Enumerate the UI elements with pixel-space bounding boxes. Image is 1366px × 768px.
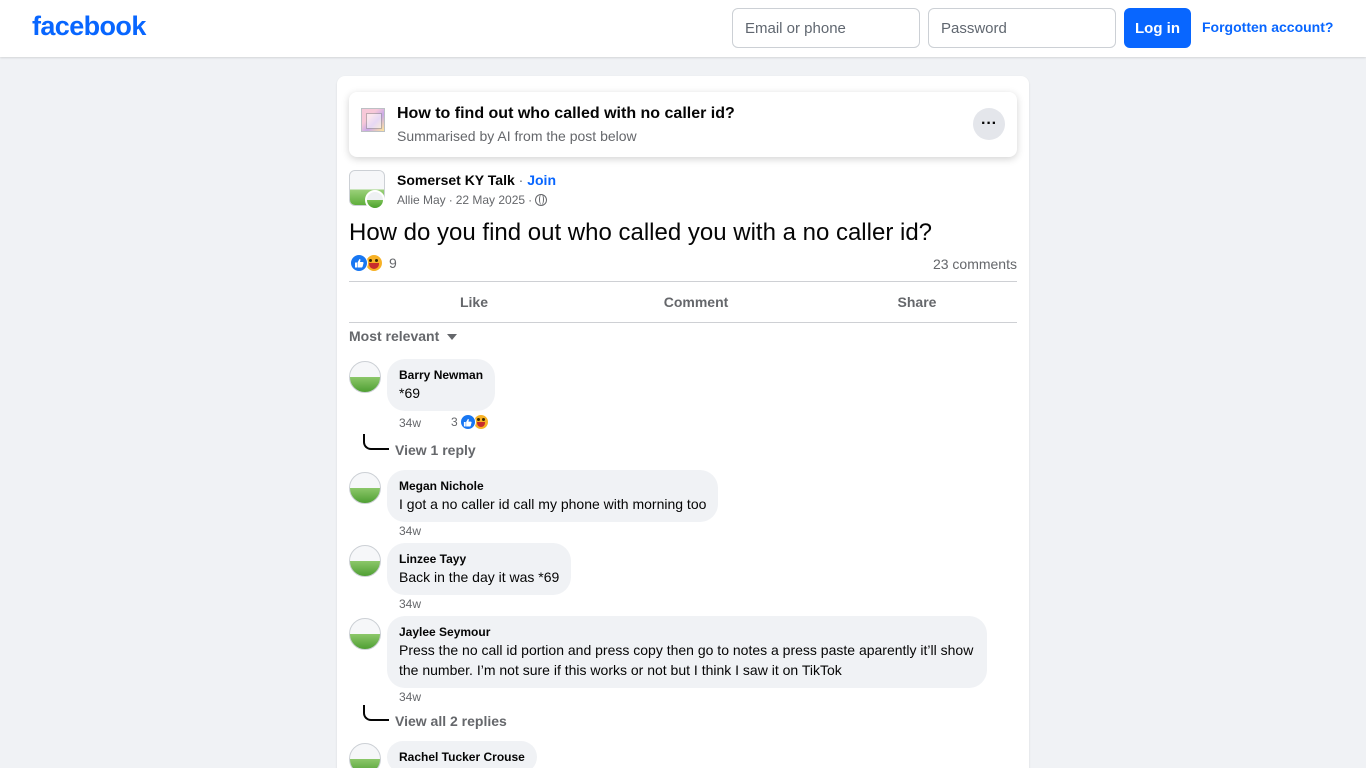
comment-text: Press the no call id portion and press c… <box>399 642 974 678</box>
login-button[interactable]: Log in <box>1124 8 1191 48</box>
separator: · <box>448 193 453 207</box>
group-line: Somerset KY Talk · Join <box>397 172 556 188</box>
commenter-name[interactable]: Linzee Tayy <box>399 551 559 567</box>
password-field[interactable] <box>928 8 1116 48</box>
email-field[interactable] <box>732 8 920 48</box>
comment-time[interactable]: 34w <box>399 524 421 538</box>
post-text: How do you find out who called you with … <box>349 219 933 246</box>
join-group-link[interactable]: Join <box>527 172 556 188</box>
commenter-name[interactable]: Megan Nichole <box>399 478 706 494</box>
comment-text: I got a no caller id call my phone with … <box>399 496 707 512</box>
comment-bubble: Barry Newman *69 <box>387 359 496 411</box>
comment-time[interactable]: 34w <box>399 416 421 430</box>
commenter-avatar[interactable] <box>349 472 381 504</box>
comment-time[interactable]: 34w <box>399 597 421 611</box>
comment-text: Back in the day it was *69 <box>399 569 560 585</box>
comment-text: *69 <box>399 385 421 401</box>
reply-connector-icon <box>363 434 389 450</box>
post-date[interactable]: 22 May 2025 <box>456 193 525 207</box>
comment-bubble: Linzee Tayy Back in the day it was *69 <box>387 543 572 595</box>
comment-bubble: Jaylee Seymour Press the no call id port… <box>387 616 987 688</box>
comment-reaction-count: 3 <box>451 415 458 429</box>
post-reactions[interactable]: 9 <box>350 254 397 272</box>
comment-time[interactable]: 34w <box>399 690 421 704</box>
more-dots-icon: ··· <box>981 115 997 132</box>
facebook-logo[interactable]: facebook <box>32 11 146 42</box>
commenter-avatar[interactable] <box>349 743 381 768</box>
group-name-link[interactable]: Somerset KY Talk <box>397 172 515 188</box>
ai-summary-image-icon <box>361 108 385 132</box>
reaction-count: 9 <box>389 255 397 271</box>
top-bar: facebook Log in Forgotten account? <box>0 0 1366 57</box>
divider <box>349 322 1017 323</box>
commenter-avatar[interactable] <box>349 361 381 393</box>
comments-count-link[interactable]: 23 comments <box>933 256 1017 272</box>
commenter-avatar[interactable] <box>349 618 381 650</box>
forgot-account-link[interactable]: Forgotten account? <box>1202 19 1333 35</box>
reply-connector-icon <box>363 705 389 721</box>
share-button[interactable]: Share <box>806 282 1028 322</box>
commenter-name[interactable]: Jaylee Seymour <box>399 624 975 640</box>
ai-summary-box: How to find out who called with no calle… <box>349 92 1017 157</box>
like-reaction-icon <box>350 254 368 272</box>
author-name[interactable]: Allie May <box>397 193 446 207</box>
globe-icon <box>535 194 548 206</box>
like-reaction-icon <box>459 414 476 430</box>
comment-button[interactable]: Comment <box>585 282 807 322</box>
separator: · <box>514 172 528 188</box>
post-card: How to find out who called with no calle… <box>337 76 1029 768</box>
view-replies-link[interactable]: View 1 reply <box>395 442 476 458</box>
sort-label: Most relevant <box>349 328 440 344</box>
ai-summary-subtitle: Summarised by AI from the post below <box>397 128 637 144</box>
comment-bubble: Rachel Tucker Crouse <box>387 741 537 768</box>
commenter-avatar[interactable] <box>349 545 381 577</box>
comment-reactions[interactable]: 3 <box>451 414 489 430</box>
like-button[interactable]: Like <box>363 282 585 322</box>
commenter-name[interactable]: Rachel Tucker Crouse <box>399 749 525 765</box>
view-replies-link[interactable]: View all 2 replies <box>395 713 507 729</box>
more-options-button[interactable]: ··· <box>973 108 1005 140</box>
comment-bubble: Megan Nichole I got a no caller id call … <box>387 470 719 522</box>
ai-summary-title: How to find out who called with no calle… <box>397 105 735 122</box>
author-avatar[interactable] <box>365 190 385 210</box>
commenter-name[interactable]: Barry Newman <box>399 367 483 383</box>
comment-sort-dropdown[interactable]: Most relevant <box>349 328 458 344</box>
post-meta: Allie May · 22 May 2025 · <box>397 193 548 207</box>
separator: · <box>528 193 533 207</box>
caret-down-icon <box>447 334 458 340</box>
